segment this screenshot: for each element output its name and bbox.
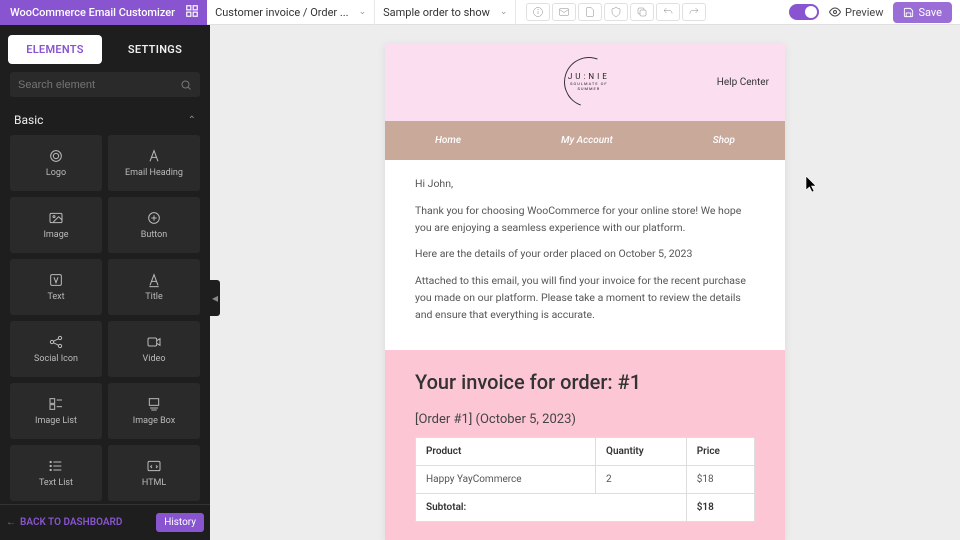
table-header-row: Product Quantity Price — [416, 437, 755, 465]
info-icon[interactable] — [526, 3, 550, 21]
nav-home[interactable]: Home — [435, 135, 461, 146]
search-input-wrap[interactable] — [10, 72, 200, 97]
col-product: Product — [416, 437, 596, 465]
paragraph-1: Thank you for choosing WooCommerce for y… — [415, 203, 755, 237]
element-image-list[interactable]: Image List — [10, 383, 102, 439]
element-logo[interactable]: Logo — [10, 135, 102, 191]
section-basic-header[interactable]: Basic ⌃ — [0, 105, 210, 135]
help-center-link[interactable]: Help Center — [717, 77, 769, 88]
element-email-heading[interactable]: Email Heading — [108, 135, 200, 191]
order-table: Product Quantity Price Happy YayCommerce… — [415, 437, 755, 522]
toolbar-icons — [526, 3, 706, 21]
enable-toggle[interactable] — [789, 4, 819, 20]
tab-elements[interactable]: ELEMENTS — [8, 35, 102, 64]
search-input[interactable] — [18, 79, 180, 91]
chevron-down-icon: ⌄ — [359, 7, 367, 17]
paragraph-3: Attached to this email, you will find yo… — [415, 273, 755, 323]
invoice-title: Your invoice for order: #1 — [415, 370, 755, 394]
table-row: Happy YayCommerce 2 $18 — [416, 465, 755, 493]
greeting: Hi John, — [415, 176, 755, 193]
layout-grid-icon[interactable] — [185, 4, 207, 21]
template-select[interactable]: Customer invoice / Order ... ⌄ — [207, 0, 375, 25]
element-text-list[interactable]: Text List — [10, 445, 102, 501]
copy-icon[interactable] — [630, 3, 654, 21]
nav-shop[interactable]: Shop — [713, 135, 735, 146]
email-nav[interactable]: Home My Account Shop — [385, 121, 785, 160]
nav-account[interactable]: My Account — [561, 135, 613, 146]
paragraph-2: Here are the details of your order place… — [415, 246, 755, 263]
col-price: Price — [686, 437, 754, 465]
app-title: WooCommerce Email Customizer — [0, 6, 185, 19]
document-icon[interactable] — [578, 3, 602, 21]
element-image-box[interactable]: Image Box — [108, 383, 200, 439]
element-title[interactable]: Title — [108, 259, 200, 315]
mail-icon[interactable] — [552, 3, 576, 21]
app-header: WooCommerce Email Customizer Customer in… — [0, 0, 960, 25]
invoice-subtitle: [Order #1] (October 5, 2023) — [415, 412, 755, 427]
tab-settings[interactable]: SETTINGS — [108, 35, 202, 64]
element-image[interactable]: Image — [10, 197, 102, 253]
sidebar: ELEMENTS SETTINGS Basic ⌃ Logo Email Hea… — [0, 25, 210, 540]
chevron-down-icon: ⌄ — [500, 7, 508, 17]
element-html[interactable]: HTML — [108, 445, 200, 501]
history-button[interactable]: History — [156, 513, 204, 532]
sample-select-label: Sample order to show — [383, 6, 490, 19]
redo-icon[interactable] — [682, 3, 706, 21]
email-preview: JU:NIE SOULMATE OF SUMMER Help Center Ho… — [385, 43, 785, 540]
search-icon — [180, 79, 192, 91]
elements-grid: Logo Email Heading Image Button Text Tit… — [0, 135, 210, 504]
sample-order-select[interactable]: Sample order to show ⌄ — [375, 0, 516, 25]
subtotal-row: Subtotal: $18 — [416, 493, 755, 521]
element-video[interactable]: Video — [108, 321, 200, 377]
preview-button[interactable]: Preview — [829, 6, 883, 19]
topbar-controls: Customer invoice / Order ... ⌄ Sample or… — [207, 0, 960, 25]
logo-block[interactable]: JU:NIE SOULMATE OF SUMMER — [461, 57, 717, 107]
col-quantity: Quantity — [596, 437, 687, 465]
chevron-up-icon: ⌃ — [188, 115, 196, 126]
shield-icon[interactable] — [604, 3, 628, 21]
email-header-block[interactable]: JU:NIE SOULMATE OF SUMMER Help Center — [385, 43, 785, 121]
email-body-text[interactable]: Hi John, Thank you for choosing WooComme… — [385, 160, 785, 350]
arrow-left-icon: ← — [6, 517, 16, 528]
undo-icon[interactable] — [656, 3, 680, 21]
back-to-dashboard-button[interactable]: ← BACK TO DASHBOARD — [6, 517, 122, 528]
element-text[interactable]: Text — [10, 259, 102, 315]
invoice-section[interactable]: Your invoice for order: #1 [Order #1] (O… — [385, 350, 785, 540]
email-canvas[interactable]: JU:NIE SOULMATE OF SUMMER Help Center Ho… — [210, 25, 960, 540]
template-select-label: Customer invoice / Order ... — [215, 6, 349, 19]
right-controls: Preview Save — [789, 2, 960, 23]
element-social-icon[interactable]: Social Icon — [10, 321, 102, 377]
element-button[interactable]: Button — [108, 197, 200, 253]
save-button[interactable]: Save — [893, 2, 952, 23]
collapse-sidebar-button[interactable]: ◂ — [210, 280, 220, 316]
